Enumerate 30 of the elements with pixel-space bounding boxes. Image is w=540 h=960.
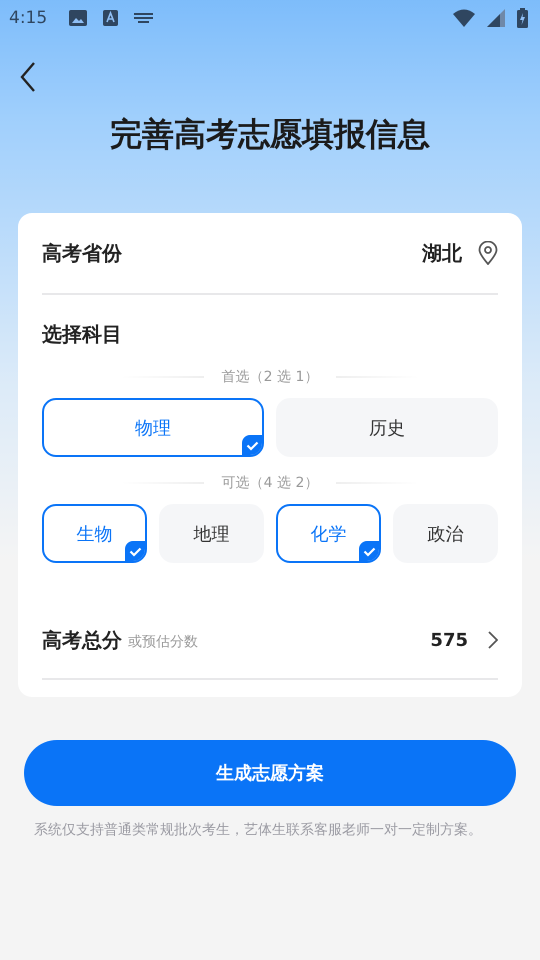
subject-option[interactable]: 物理: [42, 398, 264, 457]
location-pin-icon[interactable]: [478, 241, 498, 265]
page-title: 完善高考志愿填报信息: [109, 114, 431, 155]
subject-option[interactable]: 历史: [276, 398, 498, 457]
chevron-right-icon[interactable]: [488, 631, 498, 649]
check-icon: [125, 541, 145, 561]
province-value[interactable]: 湖北: [422, 240, 462, 266]
subject-option[interactable]: 生物: [42, 504, 147, 563]
text-icon: [103, 10, 118, 26]
score-hint: 或预估分数: [128, 633, 198, 651]
image-icon: [69, 10, 88, 26]
subject-option[interactable]: 地理: [159, 504, 264, 563]
subject-option[interactable]: 政治: [393, 504, 498, 563]
battery-icon: [517, 8, 528, 28]
score-value[interactable]: 575: [430, 630, 468, 650]
group-caption: 首选（2 选 1）: [222, 368, 318, 386]
keyboard-icon: [134, 12, 154, 22]
wifi-icon: [453, 8, 475, 26]
back-icon[interactable]: [20, 62, 36, 92]
subjects-label: 选择科目: [42, 321, 123, 348]
group-caption: 可选（4 选 2）: [222, 474, 318, 492]
note-text: 系统仅支持普通类常规批次考生，艺体生联系客服老师一对一定制方案。: [34, 821, 483, 840]
province-label: 高考省份: [42, 240, 122, 266]
signal-icon: [487, 8, 505, 26]
check-icon: [359, 541, 379, 561]
status-time: 4:15: [9, 8, 48, 28]
subject-option[interactable]: 化学: [276, 504, 381, 563]
score-label: 高考总分: [42, 626, 122, 654]
check-icon: [242, 435, 262, 455]
generate-plan-button[interactable]: 生成志愿方案: [24, 740, 516, 806]
